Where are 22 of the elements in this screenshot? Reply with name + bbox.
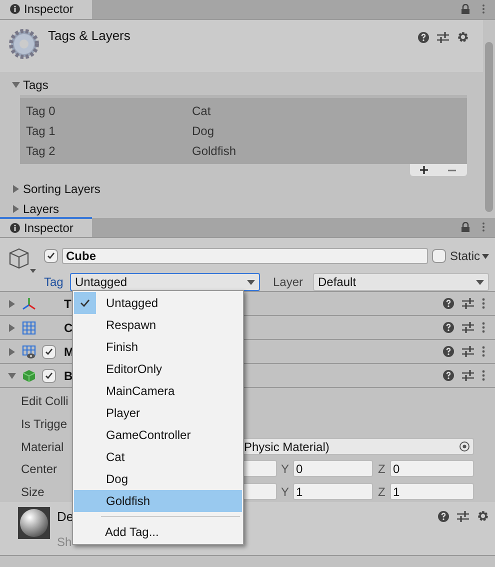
z-label: Z: [378, 460, 386, 478]
tag-name: Tag 2: [26, 143, 56, 160]
tag-name: Tag 1: [26, 123, 56, 140]
layer-label: Layer: [273, 274, 304, 291]
field-label: Is Trigge: [21, 416, 68, 433]
tag-value: Cat: [192, 103, 211, 120]
tag-name: Tag 0: [26, 103, 56, 120]
tag-value: Goldfish: [192, 143, 236, 160]
tag-value: Dog: [192, 123, 214, 140]
field-label: Edit Colli: [21, 393, 70, 410]
y-label: Y: [281, 484, 290, 500]
field-label: Size: [21, 484, 46, 500]
y-label: Y: [281, 460, 290, 478]
component-name: C: [64, 320, 73, 336]
field-label: Center: [21, 460, 58, 478]
asset-title: Tags & Layers: [48, 27, 130, 45]
component-name: T: [64, 296, 72, 312]
shader-label: Sh: [57, 534, 73, 550]
field-label: Material: [21, 438, 65, 456]
component-name: B: [64, 368, 73, 384]
z-label: Z: [378, 484, 386, 500]
tag-label: Tag: [44, 274, 64, 291]
